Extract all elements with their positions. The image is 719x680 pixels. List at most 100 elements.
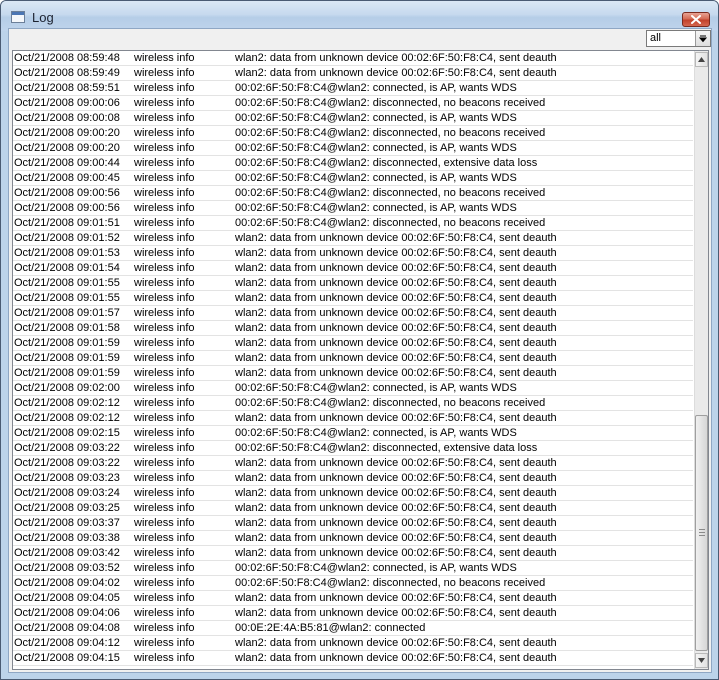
log-row[interactable]: Oct/21/2008 09:03:23 wireless info wlan2: … [13,471,693,486]
log-time: Oct/21/2008 09:03:22 [14,442,120,454]
log-row[interactable]: Oct/21/2008 09:00:44 wireless info 00:02:6… [13,156,693,171]
log-topics: wireless info [134,472,195,484]
window-title: Log [32,10,54,25]
log-row[interactable]: Oct/21/2008 09:03:42 wireless info wlan2: … [13,546,693,561]
log-message: wlan2: data from unknown device 00:02:6F… [235,67,557,79]
log-row[interactable]: Oct/21/2008 09:00:56 wireless info 00:02:6… [13,201,693,216]
log-topics: wireless info [134,652,195,664]
log-topics: wireless info [134,217,195,229]
log-topics: wireless info [134,307,195,319]
log-row[interactable]: Oct/21/2008 09:00:45 wireless info 00:02:6… [13,171,693,186]
log-time: Oct/21/2008 09:01:54 [14,262,120,274]
log-row[interactable]: Oct/21/2008 09:03:24 wireless info wlan2: … [13,486,693,501]
log-message: wlan2: data from unknown device 00:02:6F… [235,337,557,349]
log-row[interactable]: Oct/21/2008 09:04:06 wireless info wlan2: … [13,606,693,621]
log-row[interactable]: Oct/21/2008 09:02:12 wireless info wlan2: … [13,411,693,426]
scroll-thumb[interactable] [695,415,708,651]
log-row[interactable]: Oct/21/2008 09:03:25 wireless info wlan2: … [13,501,693,516]
log-row[interactable]: Oct/21/2008 09:01:52 wireless info wlan2: … [13,231,693,246]
log-row[interactable]: Oct/21/2008 09:00:56 wireless info 00:02:6… [13,186,693,201]
log-row[interactable]: Oct/21/2008 09:03:37 wireless info wlan2: … [13,516,693,531]
log-row[interactable]: Oct/21/2008 09:04:12 wireless info wlan2: … [13,636,693,651]
log-message: wlan2: data from unknown device 00:02:6F… [235,292,557,304]
log-row[interactable]: Oct/21/2008 09:03:38 wireless info wlan2: … [13,531,693,546]
log-row[interactable]: Oct/21/2008 09:00:20 wireless info 00:02:6… [13,126,693,141]
log-message: 00:02:6F:50:F8:C4@wlan2: disconnected, e… [235,442,538,454]
dropdown-button[interactable] [695,31,710,46]
log-row[interactable]: Oct/21/2008 09:04:05 wireless info wlan2: … [13,591,693,606]
log-time: Oct/21/2008 09:02:00 [14,382,120,394]
log-topics: wireless info [134,247,195,259]
log-row[interactable]: Oct/21/2008 09:03:52 wireless info 00:02:6… [13,561,693,576]
scroll-up-button[interactable] [695,52,708,67]
log-row[interactable]: Oct/21/2008 09:00:20 wireless info 00:02:6… [13,141,693,156]
log-topics: wireless info [134,52,195,64]
log-row[interactable]: Oct/21/2008 09:01:59 wireless info wlan2: … [13,351,693,366]
log-message: wlan2: data from unknown device 00:02:6F… [235,532,557,544]
title-bar[interactable]: Log [1,1,718,31]
log-time: Oct/21/2008 09:02:12 [14,412,120,424]
log-row[interactable]: Oct/21/2008 09:04:02 wireless info 00:02:6… [13,576,693,591]
log-time: Oct/21/2008 09:02:15 [14,427,120,439]
log-message: wlan2: data from unknown device 00:02:6F… [235,412,557,424]
log-rows: Oct/21/2008 08:59:48 wireless info wlan2: … [13,51,693,666]
log-row[interactable]: Oct/21/2008 09:01:59 wireless info wlan2: … [13,366,693,381]
log-row[interactable]: Oct/21/2008 09:01:54 wireless info wlan2: … [13,261,693,276]
log-time: Oct/21/2008 09:01:55 [14,277,120,289]
log-topics: wireless info [134,622,195,634]
log-time: Oct/21/2008 09:01:58 [14,322,120,334]
log-row[interactable]: Oct/21/2008 08:59:49 wireless info wlan2: … [13,66,693,81]
log-time: Oct/21/2008 09:01:55 [14,292,120,304]
scroll-down-button[interactable] [695,653,708,668]
log-row[interactable]: Oct/21/2008 09:00:08 wireless info 00:02:6… [13,111,693,126]
log-row[interactable]: Oct/21/2008 09:02:12 wireless info 00:02:6… [13,396,693,411]
vertical-scrollbar[interactable] [694,51,708,669]
log-message: 00:02:6F:50:F8:C4@wlan2: connected, is A… [235,382,517,394]
log-row[interactable]: Oct/21/2008 09:01:58 wireless info wlan2: … [13,321,693,336]
log-topics: wireless info [134,412,195,424]
grip-icon [699,529,705,536]
log-list[interactable]: Oct/21/2008 08:59:48 wireless info wlan2: … [12,50,709,670]
log-topics: wireless info [134,142,195,154]
log-message: wlan2: data from unknown device 00:02:6F… [235,487,557,499]
log-message: 00:02:6F:50:F8:C4@wlan2: connected, is A… [235,172,517,184]
log-row[interactable]: Oct/21/2008 09:01:57 wireless info wlan2: … [13,306,693,321]
log-time: Oct/21/2008 09:01:59 [14,367,120,379]
log-topics: wireless info [134,202,195,214]
log-row[interactable]: Oct/21/2008 08:59:48 wireless info wlan2: … [13,51,693,66]
log-row[interactable]: Oct/21/2008 09:02:15 wireless info 00:02:6… [13,426,693,441]
log-topics: wireless info [134,607,195,619]
log-message: 00:02:6F:50:F8:C4@wlan2: connected, is A… [235,202,517,214]
log-time: Oct/21/2008 09:00:45 [14,172,120,184]
log-row[interactable]: Oct/21/2008 09:02:00 wireless info 00:02:6… [13,381,693,396]
chevron-down-icon [699,35,707,42]
log-message: 00:02:6F:50:F8:C4@wlan2: disconnected, n… [235,187,546,199]
log-row[interactable]: Oct/21/2008 09:01:55 wireless info wlan2: … [13,276,693,291]
log-row[interactable]: Oct/21/2008 09:04:15 wireless info wlan2: … [13,651,693,666]
log-row[interactable]: Oct/21/2008 09:04:08 wireless info 00:0E:2… [13,621,693,636]
log-row[interactable]: Oct/21/2008 09:03:22 wireless info wlan2: … [13,456,693,471]
log-topics: wireless info [134,157,195,169]
log-message: wlan2: data from unknown device 00:02:6F… [235,52,557,64]
log-message: 00:02:6F:50:F8:C4@wlan2: disconnected, n… [235,127,546,139]
log-message: 00:02:6F:50:F8:C4@wlan2: connected, is A… [235,112,517,124]
log-row[interactable]: Oct/21/2008 09:03:22 wireless info 00:02:6… [13,441,693,456]
log-message: 00:02:6F:50:F8:C4@wlan2: disconnected, n… [235,577,546,589]
log-row[interactable]: Oct/21/2008 09:01:53 wireless info wlan2: … [13,246,693,261]
log-message: wlan2: data from unknown device 00:02:6F… [235,232,557,244]
log-row[interactable]: Oct/21/2008 09:01:51 wireless info 00:02:6… [13,216,693,231]
log-time: Oct/21/2008 08:59:51 [14,82,120,94]
log-time: Oct/21/2008 09:03:22 [14,457,120,469]
log-time: Oct/21/2008 09:03:52 [14,562,120,574]
log-panel: all Oct/21/2008 08:59:48 wireless info wla… [8,28,712,673]
log-time: Oct/21/2008 09:03:25 [14,502,120,514]
log-topics: wireless info [134,337,195,349]
log-row[interactable]: Oct/21/2008 09:01:59 wireless info wlan2: … [13,336,693,351]
log-row[interactable]: Oct/21/2008 09:01:55 wireless info wlan2: … [13,291,693,306]
close-button[interactable] [682,12,710,27]
log-row[interactable]: Oct/21/2008 09:00:06 wireless info 00:02:6… [13,96,693,111]
topic-filter-select[interactable]: all [646,30,711,47]
log-row[interactable]: Oct/21/2008 08:59:51 wireless info 00:02:6… [13,81,693,96]
log-topics: wireless info [134,292,195,304]
scroll-up-icon [698,57,705,62]
